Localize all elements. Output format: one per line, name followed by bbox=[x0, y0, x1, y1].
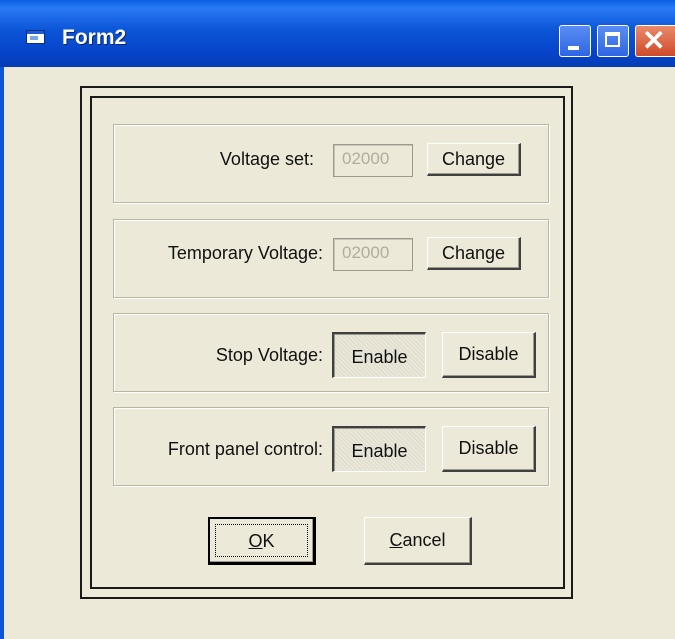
cancel-label-rest: ancel bbox=[402, 530, 446, 550]
form-icon bbox=[26, 30, 45, 44]
front-panel-enable-button[interactable]: Enable bbox=[332, 426, 426, 472]
voltage-set-label: Voltage set: bbox=[219, 149, 314, 169]
ok-button[interactable]: OK bbox=[208, 517, 316, 565]
cancel-mnemonic: C bbox=[389, 530, 403, 550]
minimize-icon bbox=[568, 46, 579, 50]
window-left-border bbox=[0, 67, 4, 639]
change-temporary-voltage-button[interactable]: Change bbox=[427, 237, 521, 270]
stop-voltage-disable-button[interactable]: Disable bbox=[442, 332, 536, 378]
cancel-button[interactable]: Cancel bbox=[364, 517, 472, 565]
voltage-set-field: 02000 bbox=[333, 144, 413, 177]
focus-rectangle bbox=[215, 524, 308, 557]
front-panel-disable-button[interactable]: Disable bbox=[442, 426, 536, 472]
temporary-voltage-label: Temporary Voltage: bbox=[167, 243, 323, 263]
close-button[interactable]: ✕ bbox=[635, 25, 675, 57]
close-icon: ✕ bbox=[642, 25, 666, 56]
form2-window: Form2 ✕ Voltage set: 02000 Change Tempor… bbox=[0, 0, 675, 639]
change-voltage-set-button[interactable]: Change bbox=[427, 143, 521, 176]
minimize-button[interactable] bbox=[559, 25, 591, 57]
maximize-button[interactable] bbox=[597, 25, 629, 57]
window-title: Form2 bbox=[62, 26, 127, 49]
temporary-voltage-field: 02000 bbox=[333, 238, 413, 271]
maximize-icon bbox=[605, 32, 620, 47]
stop-voltage-enable-button[interactable]: Enable bbox=[332, 332, 426, 378]
title-bar[interactable]: Form2 ✕ bbox=[0, 0, 675, 67]
front-panel-control-label: Front panel control: bbox=[167, 439, 323, 459]
stop-voltage-label: Stop Voltage: bbox=[215, 345, 323, 365]
